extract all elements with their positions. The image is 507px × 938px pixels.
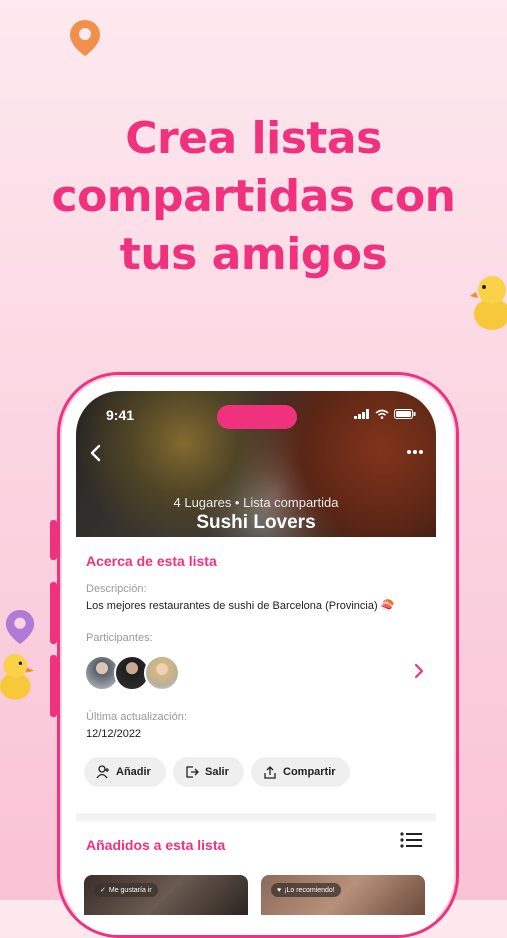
place-card[interactable]: ✓ Me gustaría ir — [84, 875, 248, 915]
section-divider — [76, 813, 436, 821]
headline: Crea listas compartidas con tus amigos — [0, 110, 507, 284]
phone-side-button — [50, 655, 57, 717]
share-button-label: Compartir — [283, 766, 336, 778]
add-user-icon — [96, 765, 109, 779]
list-cover-image: 9:41 4 Lugares • Lista compartida Sushi … — [76, 391, 436, 537]
share-button[interactable]: Compartir — [251, 757, 350, 787]
participants-label: Participantes: — [86, 632, 153, 644]
phone-side-button — [50, 520, 57, 560]
status-chip: ♥ ¡Lo recomiendo! — [271, 883, 341, 897]
headline-line: Crea listas — [125, 113, 382, 164]
signal-icon — [354, 409, 369, 419]
share-icon — [264, 766, 276, 779]
chip-label: ¡Lo recomiendo! — [284, 886, 335, 894]
map-pin-purple-icon — [5, 610, 35, 644]
phone-frame: 9:41 4 Lugares • Lista compartida Sushi … — [57, 372, 459, 938]
chevron-right-icon[interactable] — [414, 663, 424, 679]
headline-line: tus amigos — [119, 229, 388, 280]
chip-label: Me gustaría ir — [108, 886, 152, 894]
exit-icon — [186, 766, 199, 778]
check-icon: ✓ — [100, 887, 106, 894]
description-label: Descripción: — [86, 583, 147, 595]
wifi-icon — [375, 409, 389, 419]
about-section-title: Acerca de esta lista — [86, 553, 217, 569]
added-section-title: Añadidos a esta lista — [86, 837, 226, 853]
avatar[interactable] — [144, 655, 180, 691]
duck-icon — [0, 653, 34, 700]
place-card[interactable]: ♥ ¡Lo recomiendo! — [261, 875, 425, 915]
leave-button[interactable]: Salir — [173, 757, 244, 787]
phone-side-button — [50, 582, 57, 644]
status-time: 9:41 — [106, 407, 135, 423]
more-icon[interactable] — [406, 449, 424, 455]
dynamic-island — [217, 405, 297, 429]
description-text: Los mejores restaurantes de sushi de Bar… — [86, 600, 395, 612]
battery-icon — [394, 409, 416, 419]
leave-button-label: Salir — [205, 766, 229, 778]
heart-icon: ♥ — [277, 886, 282, 894]
updated-label: Última actualización: — [86, 711, 187, 723]
list-meta: 4 Lugares • Lista compartida — [173, 495, 339, 510]
status-chip: ✓ Me gustaría ir — [94, 883, 158, 897]
updated-date: 12/12/2022 — [86, 728, 142, 740]
back-arrow-icon[interactable] — [89, 444, 101, 462]
list-title: Sushi Lovers — [196, 512, 316, 533]
status-icons — [354, 409, 416, 419]
list-details: Acerca de esta lista Descripción: Los me… — [76, 537, 436, 935]
list-icon[interactable] — [400, 831, 422, 849]
map-pin-orange-icon — [70, 20, 100, 56]
add-button[interactable]: Añadir — [84, 757, 166, 787]
add-button-label: Añadir — [116, 766, 151, 778]
headline-line: compartidas con — [51, 171, 457, 222]
